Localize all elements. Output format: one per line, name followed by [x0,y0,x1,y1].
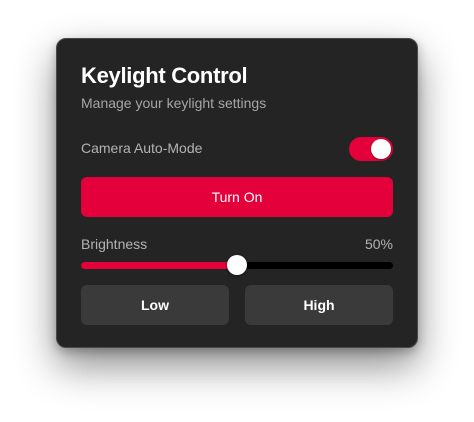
panel-subtitle: Manage your keylight settings [81,95,267,111]
brightness-value: 50% [364,236,393,252]
camera-auto-mode-label: Camera Auto-Mode [81,140,203,156]
camera-auto-mode-toggle[interactable] [349,137,393,161]
keylight-panel: Keylight Control Manage your keylight se… [56,38,418,348]
toggle-knob [371,139,391,159]
high-preset-button[interactable]: High [245,285,393,325]
brightness-label: Brightness [81,236,148,252]
slider-fill [81,262,237,269]
brightness-slider[interactable] [81,253,393,277]
slider-thumb[interactable] [227,255,247,275]
panel-title: Keylight Control [81,63,248,88]
turn-on-button[interactable]: Turn On [81,177,393,217]
low-preset-button[interactable]: Low [81,285,229,325]
